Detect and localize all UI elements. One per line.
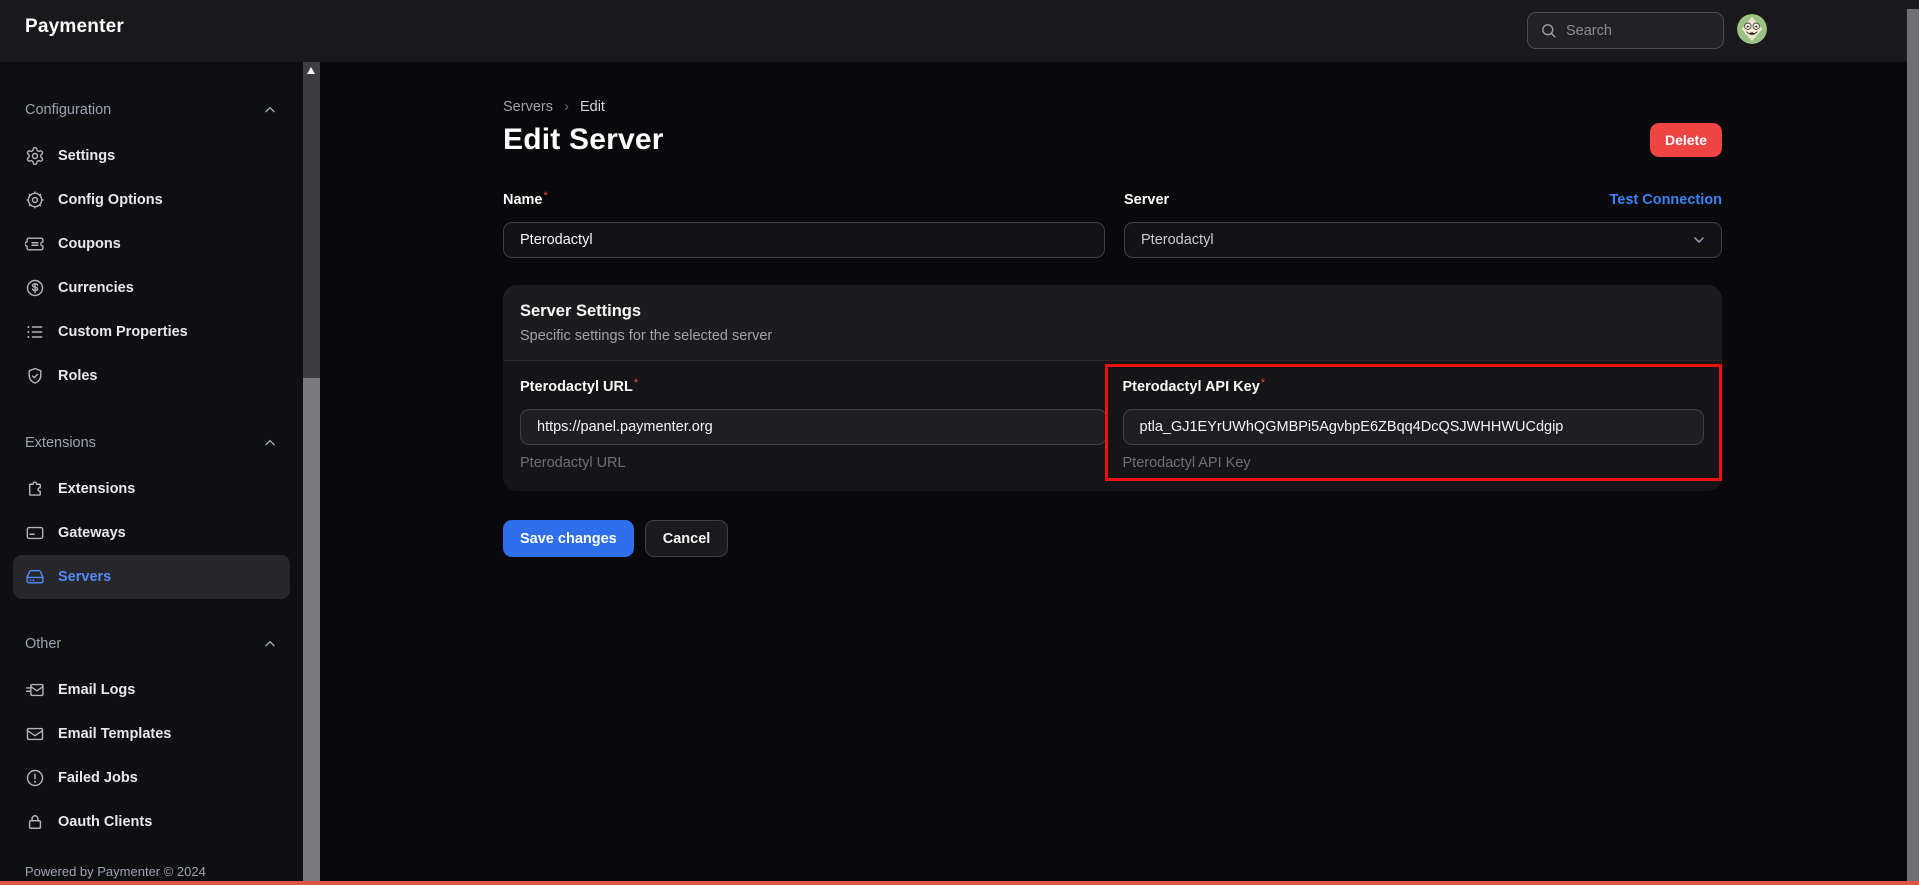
pterodactyl-api-key-label: Pterodactyl API Key: [1123, 379, 1260, 395]
sidebar-item-settings[interactable]: Settings: [13, 134, 290, 178]
pterodactyl-url-label: Pterodactyl URL: [520, 379, 633, 395]
card-title: Server Settings: [520, 302, 1705, 321]
required-marker: *: [1261, 377, 1265, 389]
breadcrumb-servers[interactable]: Servers: [503, 99, 553, 115]
sidebar-item-extensions[interactable]: Extensions: [13, 467, 290, 511]
scrollbar-up-arrow-icon[interactable]: [307, 67, 315, 74]
sidebar-scrollbar[interactable]: [303, 62, 320, 885]
sidebar-item-label: Gateways: [58, 525, 126, 541]
gear-icon: [25, 146, 45, 166]
pterodactyl-url-field-group: Pterodactyl URL* Pterodactyl URL: [520, 378, 1107, 471]
sidebar-item-servers[interactable]: Servers: [13, 555, 290, 599]
ticket-icon: [25, 234, 45, 254]
card-subtitle: Specific settings for the selected serve…: [520, 328, 1705, 344]
page-scrollbar-thumb[interactable]: [1907, 9, 1919, 885]
sidebar-item-email-logs[interactable]: Email Logs: [13, 668, 290, 712]
sidebar-section-other: Other Email Logs Email Templates Failed Job…: [0, 634, 303, 844]
shield-check-icon: [25, 366, 45, 386]
page-title: Edit Server: [503, 123, 664, 157]
sidebar-section-label: Extensions: [25, 435, 96, 451]
sidebar-item-label: Currencies: [58, 280, 134, 296]
sidebar-item-label: Custom Properties: [58, 324, 188, 340]
main-content: Servers › Edit Edit Server Delete Name* …: [503, 62, 1722, 557]
envelope-icon: [25, 724, 45, 744]
chevron-up-icon: [262, 435, 278, 451]
dollar-circle-icon: [25, 278, 45, 298]
sidebar-item-oauth-clients[interactable]: Oauth Clients: [13, 800, 290, 844]
search-icon: [1540, 22, 1557, 39]
name-field-group: Name*: [503, 191, 1105, 258]
required-marker: *: [634, 377, 638, 389]
sidebar-section-header-other[interactable]: Other: [0, 634, 303, 654]
exclamation-circle-icon: [25, 768, 45, 788]
pterodactyl-api-key-input[interactable]: [1123, 409, 1705, 445]
page-scrollbar[interactable]: [1907, 0, 1919, 885]
sidebar-item-currencies[interactable]: Currencies: [13, 266, 290, 310]
sidebar-item-label: Email Templates: [58, 726, 171, 742]
sidebar-item-email-templates[interactable]: Email Templates: [13, 712, 290, 756]
chevron-down-icon: [1691, 232, 1707, 248]
save-changes-button[interactable]: Save changes: [503, 520, 634, 557]
sidebar-scrollbar-thumb[interactable]: [303, 378, 320, 885]
breadcrumb-edit: Edit: [580, 99, 605, 115]
sidebar-item-coupons[interactable]: Coupons: [13, 222, 290, 266]
cancel-button[interactable]: Cancel: [645, 520, 729, 557]
sidebar-section-extensions: Extensions Extensions Gateways Servers: [0, 433, 303, 599]
sidebar-item-label: Servers: [58, 569, 111, 585]
search-input[interactable]: [1566, 23, 1711, 39]
sidebar-item-label: Settings: [58, 148, 115, 164]
sidebar-item-roles[interactable]: Roles: [13, 354, 290, 398]
server-select[interactable]: Pterodactyl: [1124, 222, 1722, 258]
sidebar-item-label: Email Logs: [58, 682, 135, 698]
pterodactyl-api-key-helper: Pterodactyl API Key: [1123, 455, 1705, 471]
breadcrumb-separator-icon: ›: [564, 98, 569, 115]
sidebar: Configuration Settings Config Options Coupo…: [0, 62, 303, 885]
server-settings-card: Server Settings Specific settings for th…: [503, 285, 1722, 491]
server-field-group: Server Test Connection Pterodactyl: [1124, 191, 1722, 258]
sidebar-item-custom-properties[interactable]: Custom Properties: [13, 310, 290, 354]
sidebar-item-failed-jobs[interactable]: Failed Jobs: [13, 756, 290, 800]
delete-button[interactable]: Delete: [1650, 123, 1722, 157]
highlight-box: Pterodactyl API Key* Pterodactyl API Key: [1105, 364, 1723, 481]
sidebar-item-label: Coupons: [58, 236, 121, 252]
lock-icon: [25, 812, 45, 832]
sidebar-item-label: Oauth Clients: [58, 814, 152, 830]
user-avatar[interactable]: [1737, 14, 1767, 44]
sidebar-item-label: Failed Jobs: [58, 770, 138, 786]
sidebar-section-header-extensions[interactable]: Extensions: [0, 433, 303, 453]
pterodactyl-url-input[interactable]: [520, 409, 1107, 445]
topbar: Paymenter: [0, 0, 1919, 62]
sidebar-section-configuration: Configuration Settings Config Options Coupo…: [0, 100, 303, 398]
required-marker: *: [544, 190, 548, 202]
sidebar-section-label: Other: [25, 636, 61, 652]
sidebar-item-label: Config Options: [58, 192, 163, 208]
sidebar-footer: Powered by Paymenter © 2024: [25, 864, 206, 879]
pterodactyl-api-key-field-group: Pterodactyl API Key* Pterodactyl API Key: [1119, 378, 1706, 471]
sidebar-section-label: Configuration: [25, 102, 111, 118]
server-select-value: Pterodactyl: [1141, 232, 1214, 248]
puzzle-icon: [25, 479, 45, 499]
chevron-up-icon: [262, 102, 278, 118]
sidebar-item-gateways[interactable]: Gateways: [13, 511, 290, 555]
server-label: Server: [1124, 192, 1169, 208]
sidebar-section-header-configuration[interactable]: Configuration: [0, 100, 303, 120]
search-box[interactable]: [1527, 12, 1724, 49]
name-input[interactable]: [503, 222, 1105, 258]
bottom-accent-strip: [0, 881, 1919, 885]
envelope-lines-icon: [25, 680, 45, 700]
sidebar-item-label: Roles: [58, 368, 98, 384]
chevron-up-icon: [262, 636, 278, 652]
cog-dial-icon: [25, 190, 45, 210]
pterodactyl-url-helper: Pterodactyl URL: [520, 455, 1107, 471]
app-logo[interactable]: Paymenter: [25, 16, 124, 38]
test-connection-link[interactable]: Test Connection: [1609, 192, 1722, 208]
breadcrumb: Servers › Edit: [503, 98, 1722, 115]
list-icon: [25, 322, 45, 342]
sidebar-item-config-options[interactable]: Config Options: [13, 178, 290, 222]
credit-card-icon: [25, 523, 45, 543]
name-label: Name: [503, 192, 543, 208]
server-icon: [25, 567, 45, 587]
sidebar-item-label: Extensions: [58, 481, 135, 497]
